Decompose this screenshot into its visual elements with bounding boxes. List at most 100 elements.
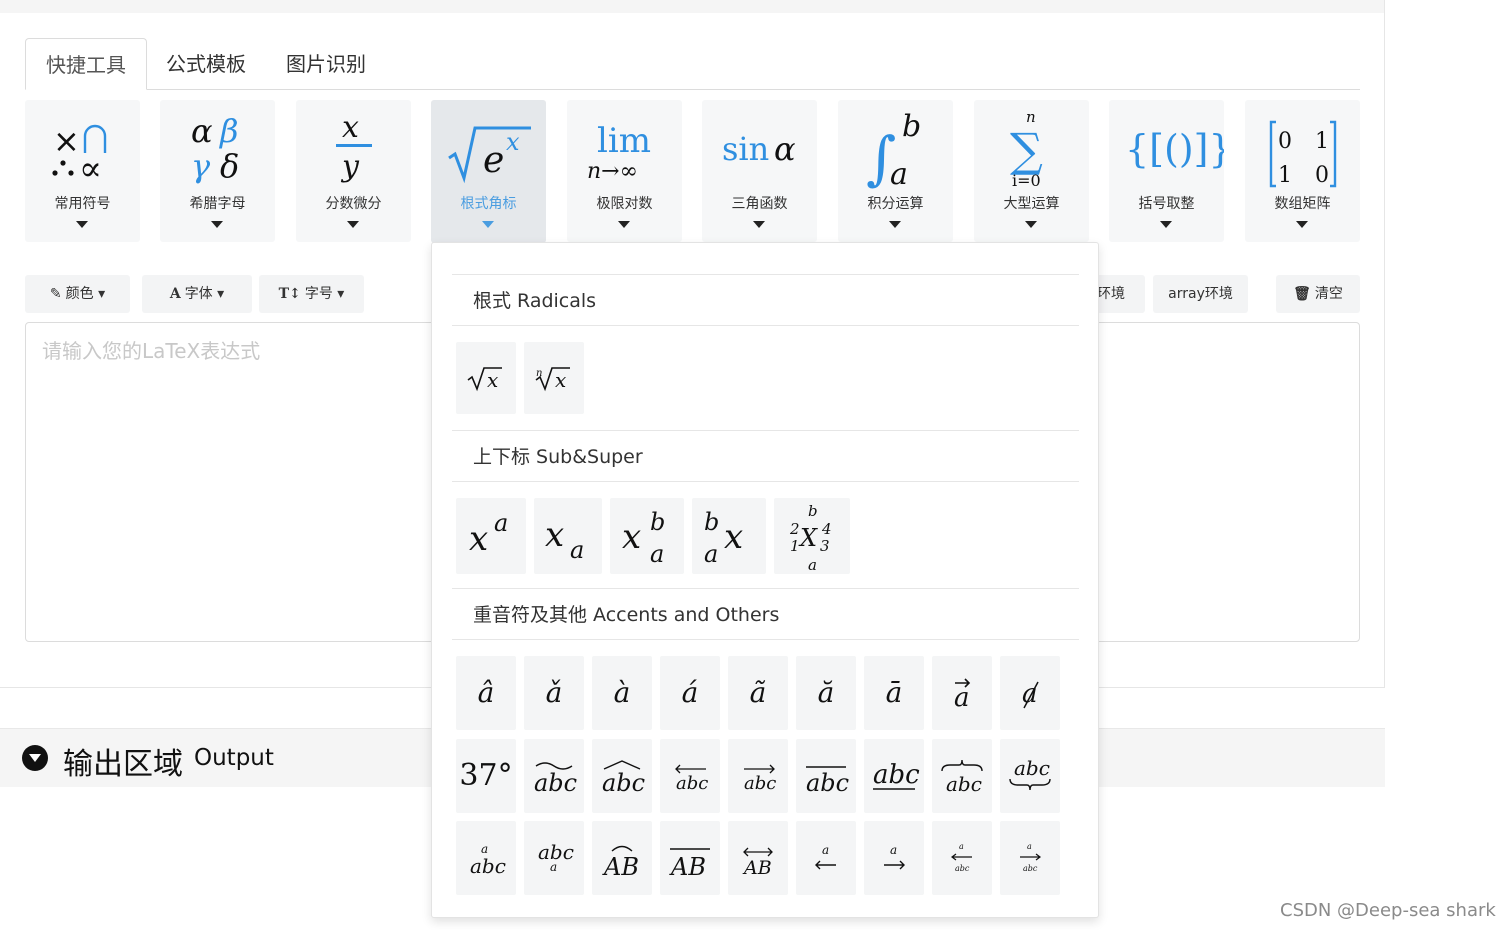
svg-text:abc: abc xyxy=(873,760,920,790)
overleftrightarrow-button[interactable]: AB xyxy=(728,821,788,895)
svg-text:α: α xyxy=(191,112,213,150)
overbrace-button[interactable]: abc xyxy=(932,739,992,813)
chevron-down-icon xyxy=(1025,221,1037,228)
underbrace-button[interactable]: abc xyxy=(1000,739,1060,813)
svg-text:abc: abc xyxy=(602,769,645,797)
widetilde-button[interactable]: abc xyxy=(524,739,584,813)
xrightarrow-under-button[interactable]: a abc xyxy=(1000,821,1060,895)
svg-text:γ: γ xyxy=(191,147,211,185)
underset-button[interactable]: abc a xyxy=(524,821,584,895)
svg-text:3: 3 xyxy=(820,537,830,555)
tool-integrals[interactable]: ∫ b a 积分运算 xyxy=(838,100,953,242)
overleftarrow-icon: abc xyxy=(675,764,708,794)
xleftarrow-under-button[interactable]: a abc xyxy=(932,821,992,895)
tab-bar: 快捷工具 公式模板 图片识别 xyxy=(25,38,1360,90)
font-label: 字体 xyxy=(184,286,213,302)
size-label: 字号 xyxy=(304,286,333,302)
bar-accent-button[interactable]: ā xyxy=(864,656,924,730)
cancel-slash-icon: a xyxy=(1022,679,1039,709)
prescript-button[interactable]: b a x xyxy=(692,498,766,574)
svg-text:x: x xyxy=(487,368,498,392)
prescript-icon: b a x xyxy=(704,508,743,568)
tool-brackets-rounding[interactable]: {[()]} 括号取整 xyxy=(1109,100,1224,242)
nth-root-button[interactable]: n x xyxy=(524,342,584,414)
not-accent-button[interactable]: a xyxy=(1000,656,1060,730)
superscript-button[interactable]: x a xyxy=(456,498,526,574)
svg-text:b: b xyxy=(902,110,921,144)
underbrace-icon: abc xyxy=(1009,756,1051,791)
array-environment-button[interactable]: array环境 xyxy=(1153,275,1248,313)
subscript-icon: x a xyxy=(545,515,584,564)
hat-accent-button[interactable]: â xyxy=(456,656,516,730)
svg-text:a: a xyxy=(890,157,908,190)
section-header-radicals: 根式 Radicals xyxy=(452,274,1079,326)
tool-limits-logs[interactable]: lim n→∞ 极限对数 xyxy=(567,100,682,242)
svg-text:b: b xyxy=(808,502,818,520)
tool-label: 分数微分 xyxy=(325,196,382,212)
tool-label: 常用符号 xyxy=(54,196,111,212)
overrightarrow-button[interactable]: abc xyxy=(728,739,788,813)
xrightarrow-button[interactable]: a xyxy=(864,821,924,895)
widehat-button[interactable]: abc xyxy=(592,739,652,813)
tensor-script-button[interactable]: b 2 1 X 4 3 a xyxy=(774,498,850,574)
svg-text:lim: lim xyxy=(597,121,651,161)
watermark: CSDN @Deep-sea shark xyxy=(1280,900,1496,921)
subscript-button[interactable]: x a xyxy=(534,498,602,574)
tool-radicals-scripts[interactable]: e x 根式角标 xyxy=(431,100,546,243)
font-button[interactable]: A 字体 ▾ xyxy=(142,275,252,313)
chevron-down-icon xyxy=(889,221,901,228)
chevron-down-icon xyxy=(347,221,359,228)
chevron-down-icon xyxy=(618,221,630,228)
breve-accent-button[interactable]: ă xyxy=(796,656,856,730)
underset-icon: abc a xyxy=(538,840,574,874)
xleftarrow-button[interactable]: a xyxy=(796,821,856,895)
widehat-icon: abc xyxy=(602,760,645,797)
nth-root-symbol-icon: n x xyxy=(535,367,570,392)
overrightarrow-icon: abc xyxy=(744,764,776,794)
svg-text:a: a xyxy=(650,540,664,568)
overleftarrow-button[interactable]: abc xyxy=(660,739,720,813)
collapse-icon xyxy=(22,745,48,771)
sqrt-button[interactable]: x xyxy=(456,342,516,414)
svg-text:x: x xyxy=(342,110,359,145)
overset-icon: a abc xyxy=(470,842,506,878)
tab-image-recognition[interactable]: 图片识别 xyxy=(266,38,386,90)
tool-common-symbols[interactable]: × ∝ 常用符号 xyxy=(25,100,140,242)
tilde-accent-button[interactable]: ã xyxy=(728,656,788,730)
underline-button[interactable]: abc xyxy=(864,739,924,813)
overset-button[interactable]: a abc xyxy=(456,821,516,895)
svg-text:abc: abc xyxy=(946,772,982,796)
font-size-button[interactable]: T↕ 字号 ▾ xyxy=(259,275,364,313)
tool-label: 大型运算 xyxy=(1003,196,1060,212)
overarc-button[interactable]: AB xyxy=(592,821,652,895)
tool-fraction-derivative[interactable]: x y 分数微分 xyxy=(296,100,411,242)
acute-accent-button[interactable]: á xyxy=(660,656,720,730)
svg-text:abc: abc xyxy=(470,854,506,878)
overline-ab-button[interactable]: AB xyxy=(660,821,720,895)
tool-large-operators[interactable]: n ∑ i=0 大型运算 xyxy=(974,100,1089,242)
check-accent-button[interactable]: ǎ xyxy=(524,656,584,730)
font-icon: A xyxy=(169,286,181,302)
svg-text:X: X xyxy=(798,524,818,552)
tool-trig-functions[interactable]: sin α 三角函数 xyxy=(702,100,817,242)
tab-formula-templates[interactable]: 公式模板 xyxy=(146,38,266,90)
svg-text:∝: ∝ xyxy=(79,149,102,189)
widetilde-icon: abc xyxy=(534,762,577,797)
tool-greek-letters[interactable]: α β γ δ 希腊字母 xyxy=(160,100,275,242)
sub-super-button[interactable]: x b a xyxy=(610,498,684,574)
overline-button[interactable]: abc xyxy=(796,739,856,813)
svg-text:0: 0 xyxy=(1278,129,1292,154)
color-button[interactable]: ✎ 颜色 ▾ xyxy=(25,275,130,313)
tool-array-matrix[interactable]: 0 1 1 0 数组矩阵 xyxy=(1245,100,1360,242)
degree-button[interactable]: 37° xyxy=(456,739,516,813)
svg-text:y: y xyxy=(340,149,360,184)
vector-accent-button[interactable]: a xyxy=(932,656,992,730)
clear-button[interactable]: 🗑 清空 xyxy=(1276,275,1360,313)
svg-text:{[()]}: {[()]} xyxy=(1125,127,1224,171)
tool-label: 积分运算 xyxy=(867,196,924,212)
svg-text:2: 2 xyxy=(789,520,800,538)
grave-accent-button[interactable]: à xyxy=(592,656,652,730)
svg-text:a: a xyxy=(550,860,557,874)
section-header-subsuper: 上下标 Sub&Super xyxy=(452,430,1079,482)
tab-shortcut-tools[interactable]: 快捷工具 xyxy=(25,38,147,90)
